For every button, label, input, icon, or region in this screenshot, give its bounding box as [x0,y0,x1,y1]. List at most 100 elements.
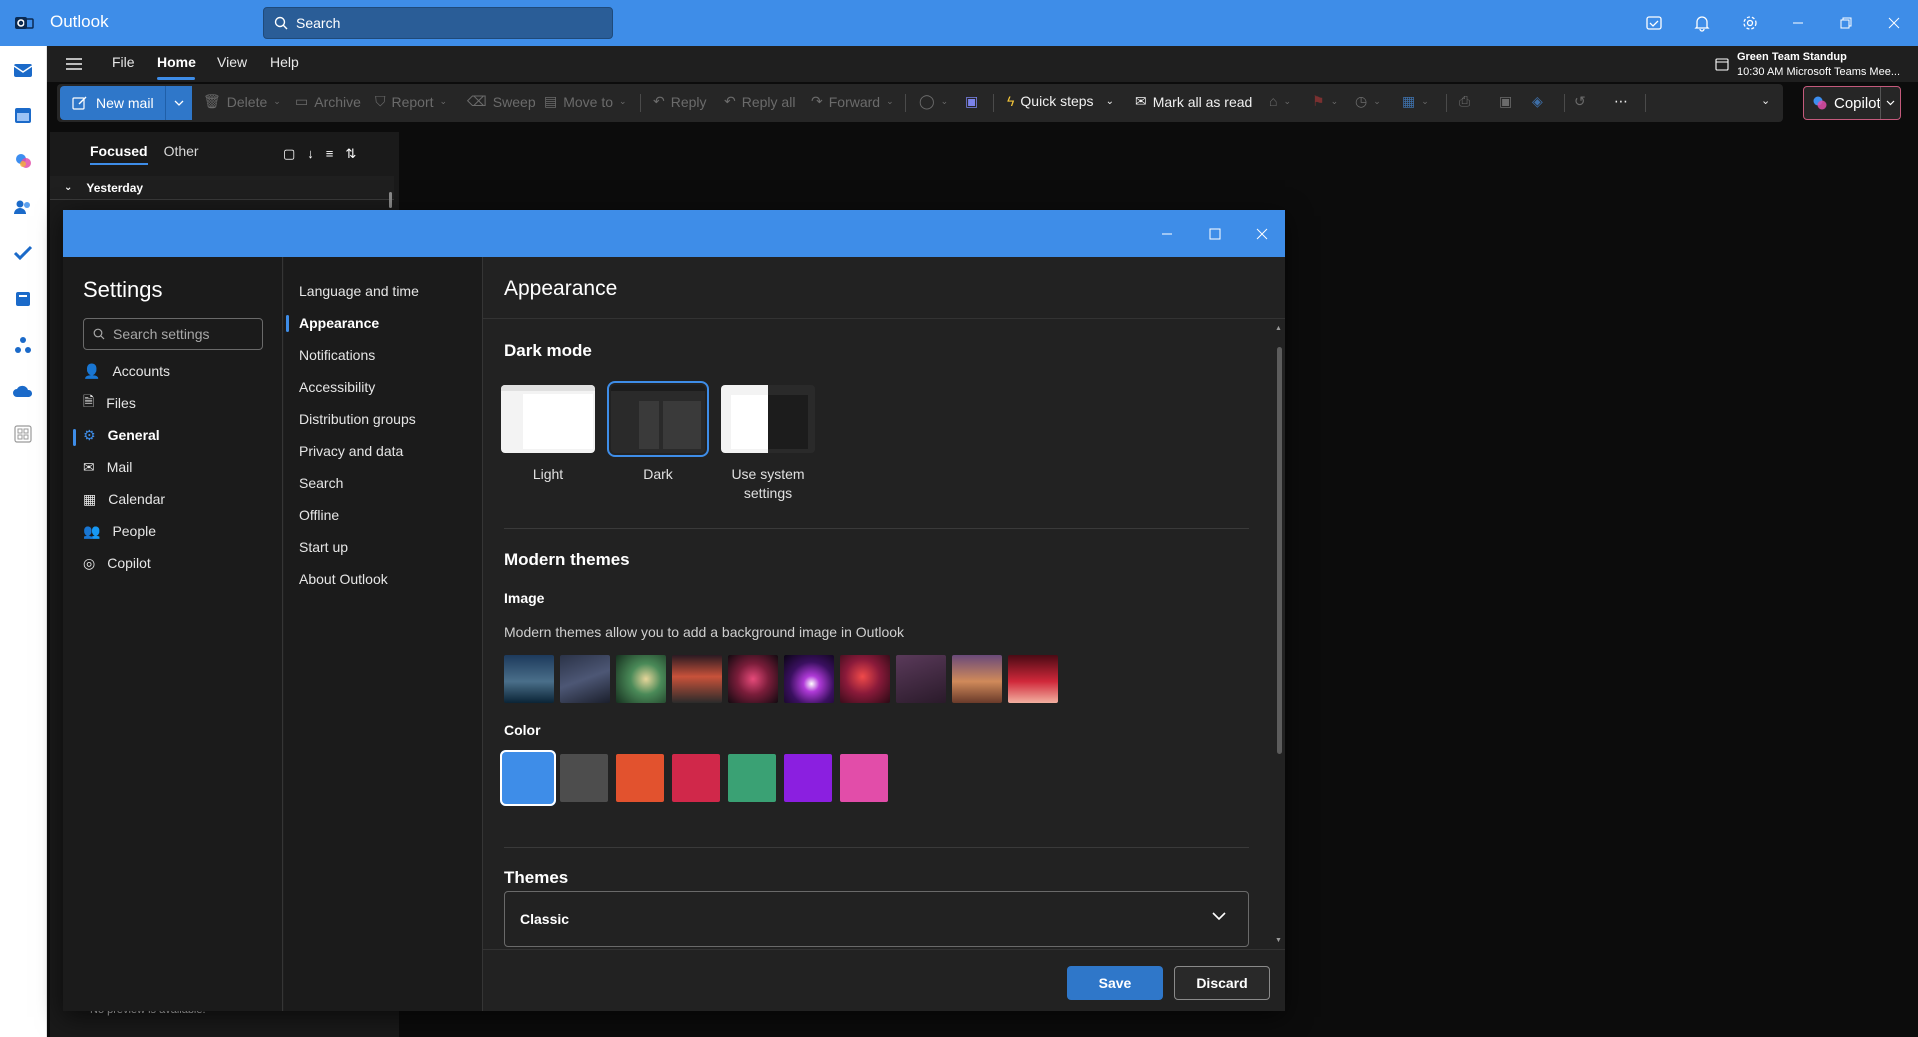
theme-image-thumbnail[interactable] [784,655,834,703]
copilot-button[interactable]: Copilot [1803,86,1901,120]
meeting-reminder[interactable]: Green Team Standup 10:30 AM Microsoft Te… [1715,50,1900,80]
menu-file[interactable]: File [112,54,135,70]
people-app-icon[interactable] [11,195,35,219]
more-options-button[interactable]: ⋯ [1614,93,1628,110]
hamburger-icon[interactable] [65,56,83,72]
filter-icon[interactable]: ≡ [326,146,334,162]
close-icon[interactable] [1870,0,1918,46]
nav-calendar[interactable]: ▦ Calendar [83,485,263,513]
dark-mode-system-option[interactable]: Use system settings [720,385,816,503]
sweep-button[interactable]: ⌫ Sweep [467,93,536,110]
subnav-accessibility[interactable]: Accessibility [299,379,375,395]
subnav-notifications[interactable]: Notifications [299,347,375,363]
gear-icon[interactable] [1726,0,1774,46]
nav-accounts[interactable]: 👤 Accounts [83,357,263,385]
nav-mail[interactable]: ✉ Mail [83,453,263,481]
discard-button[interactable]: Discard [1174,966,1270,1000]
dialog-minimize-icon[interactable] [1143,210,1191,257]
content-scrollbar[interactable] [1277,347,1282,754]
todo-app-icon[interactable] [11,241,35,265]
tab-focused[interactable]: Focused [90,143,148,165]
sort-icon[interactable]: ⇅ [345,146,356,162]
nav-general[interactable]: ⚙ General [83,421,263,449]
theme-image-thumbnail[interactable] [616,655,666,703]
theme-image-thumbnail[interactable] [504,655,554,703]
theme-image-thumbnail[interactable] [840,655,890,703]
settings-search-input[interactable]: Search settings [83,318,263,350]
nav-copilot[interactable]: ◎ Copilot [83,549,263,577]
copilot-dropdown[interactable] [1880,87,1900,119]
ribbon-expand-button[interactable]: ⌄ [1761,94,1770,107]
more-apps-icon[interactable] [11,422,35,446]
search-input[interactable]: Search [263,7,613,39]
minimize-icon[interactable] [1774,0,1822,46]
mail-app-icon[interactable] [11,58,35,82]
theme-color-swatch[interactable] [500,750,556,806]
scroll-down-icon[interactable]: ▼ [1275,937,1282,944]
subnav-offline[interactable]: Offline [299,507,339,523]
theme-color-swatch[interactable] [728,754,776,802]
theme-image-thumbnail[interactable] [952,655,1002,703]
subnav-appearance[interactable]: Appearance [299,315,379,331]
menu-home[interactable]: Home [157,54,196,70]
menu-view[interactable]: View [217,54,247,70]
flag-button[interactable]: ⚑ ⌄ [1312,93,1338,110]
rules-button[interactable]: ▦ ⌄ [1402,93,1429,110]
subnav-search[interactable]: Search [299,475,343,491]
reply-all-button[interactable]: ↶ Reply all [724,93,795,110]
mail-list-scrollbar[interactable] [389,192,392,208]
theme-color-swatch[interactable] [560,754,608,802]
report-button[interactable]: ⛉ Report ⌄ [375,93,447,110]
org-explorer-icon[interactable] [11,333,35,357]
theme-image-thumbnail[interactable] [728,655,778,703]
subnav-startup[interactable]: Start up [299,539,348,555]
new-mail-dropdown[interactable] [165,86,192,120]
calendar-app-icon[interactable] [11,103,35,127]
dark-mode-light-option[interactable]: Light [500,385,596,484]
theme-color-swatch[interactable] [784,754,832,802]
nav-files[interactable]: 🗎 Files [83,389,263,417]
theme-color-swatch[interactable] [672,754,720,802]
undo-button[interactable]: ↺ [1574,93,1586,110]
notes-app-icon[interactable] [11,287,35,311]
theme-image-thumbnail[interactable] [896,655,946,703]
select-icon[interactable]: ▢ [283,146,295,162]
subnav-distribution-groups[interactable]: Distribution groups [299,411,416,427]
teams-button[interactable]: ▣ [965,93,978,110]
archive-button[interactable]: ▭ Archive [295,93,361,110]
themes-dropdown[interactable]: Classic [504,891,1249,947]
quick-steps-button[interactable]: ϟ Quick steps ⌄ [1007,93,1114,109]
forward-button[interactable]: ↷ Forward ⌄ [811,93,894,110]
theme-image-thumbnail[interactable] [1008,655,1058,703]
subnav-language[interactable]: Language and time [299,283,419,299]
reply-button[interactable]: ↶ Reply [653,93,707,110]
bell-icon[interactable] [1678,0,1726,46]
move-to-button[interactable]: ▤ Move to ⌄ [544,93,627,110]
group-header[interactable]: ⌄ Yesterday [50,176,394,200]
subnav-privacy[interactable]: Privacy and data [299,443,403,459]
delete-button[interactable]: 🗑 Delete ⌄ [203,93,281,110]
snooze-button[interactable]: ◷ ⌄ [1355,93,1381,110]
onedrive-app-icon[interactable] [11,379,35,403]
jump-icon[interactable]: ↓ [307,146,314,162]
my-day-icon[interactable] [1630,0,1678,46]
policy-button[interactable]: ◈ [1532,93,1543,110]
chat-button[interactable]: ◯ ⌄ [919,93,948,110]
theme-color-swatch[interactable] [616,754,664,802]
menu-help[interactable]: Help [270,54,299,70]
dark-mode-dark-option[interactable]: Dark [607,381,709,484]
dialog-close-icon[interactable] [1238,210,1286,257]
print-button[interactable]: ⎙ [1459,93,1470,110]
copilot-app-icon[interactable] [11,149,35,173]
tag-button[interactable]: ⌂ ⌄ [1269,93,1291,109]
immersive-reader-button[interactable]: ▣ [1499,93,1512,110]
subnav-about[interactable]: About Outlook [299,571,388,587]
theme-image-thumbnail[interactable] [560,655,610,703]
nav-people[interactable]: 👥 People [83,517,263,545]
dialog-maximize-icon[interactable] [1191,210,1239,257]
scroll-up-icon[interactable]: ▲ [1275,325,1282,332]
restore-icon[interactable] [1822,0,1870,46]
save-button[interactable]: Save [1067,966,1163,1000]
tab-other[interactable]: Other [164,143,199,165]
mark-all-read-button[interactable]: ✉ Mark all as read [1135,93,1252,110]
